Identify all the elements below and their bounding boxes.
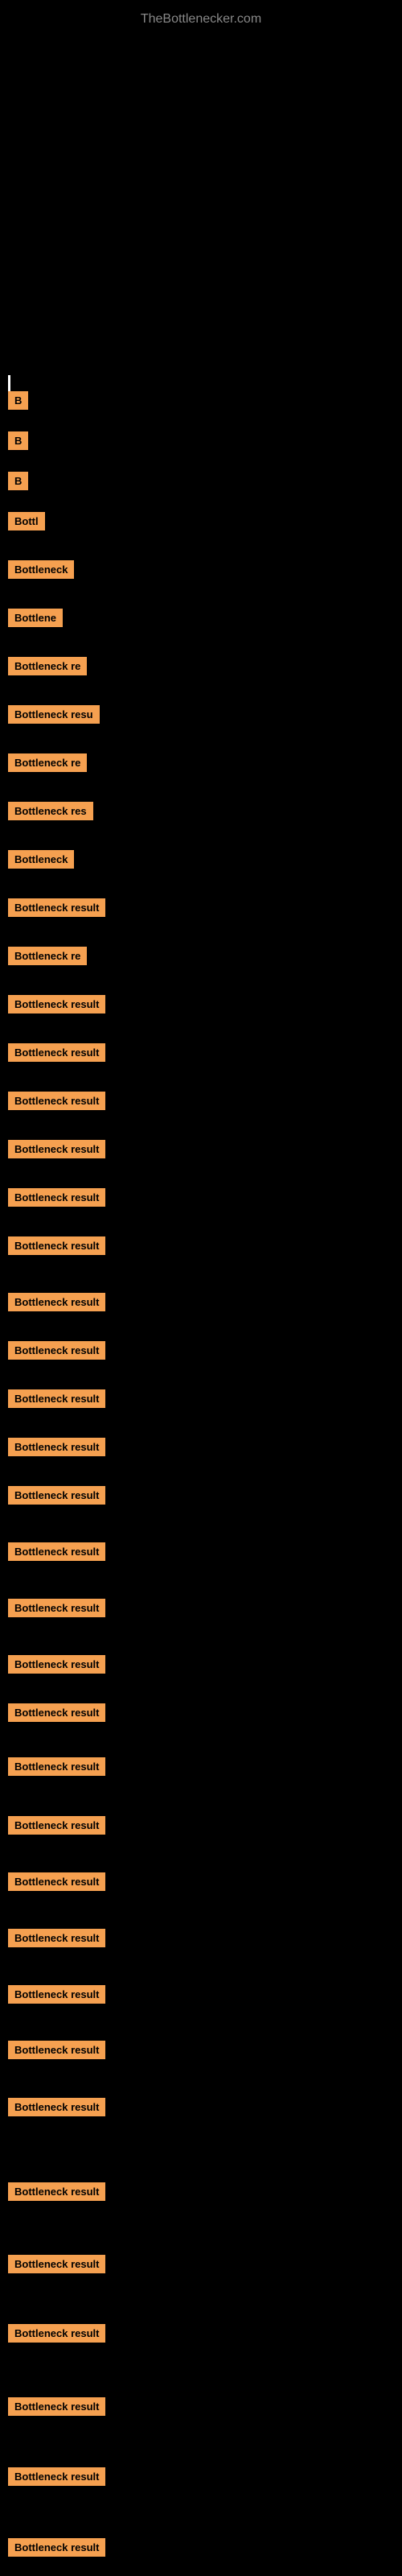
bottleneck-result-item: Bottleneck result [8,1703,105,1722]
bottleneck-result-item: Bottleneck result [8,2538,105,2557]
bottleneck-result-item: Bottleneck result [8,2397,105,2416]
bottleneck-result-item: B [8,431,28,450]
bottleneck-result-item: Bottleneck result [8,1236,105,1255]
bottleneck-result-item: Bottleneck result [8,2041,105,2059]
bottleneck-result-item: Bottleneck result [8,995,105,1013]
bottleneck-result-item: B [8,391,28,410]
bottleneck-result-item: Bottleneck result [8,2098,105,2116]
bottleneck-result-item: Bottleneck result [8,1389,105,1408]
bottleneck-result-item: Bottleneck result [8,1341,105,1360]
bottleneck-result-item: Bottleneck re [8,753,87,772]
bottleneck-result-item: Bottleneck result [8,1188,105,1207]
bottleneck-result-item: Bottleneck result [8,1542,105,1561]
bottleneck-result-item: Bottleneck [8,560,74,579]
bottleneck-result-item: Bottlene [8,609,63,627]
bottleneck-result-item: Bottleneck re [8,947,87,965]
bottleneck-result-item: Bottl [8,512,45,530]
bottleneck-result-item: Bottleneck result [8,1486,105,1505]
bottleneck-result-item: Bottleneck [8,850,74,869]
bottleneck-result-item: Bottleneck result [8,1438,105,1456]
bottleneck-result-item: Bottleneck result [8,1929,105,1947]
bottleneck-result-item: Bottleneck result [8,1043,105,1062]
bottleneck-result-item: Bottleneck result [8,2324,105,2343]
bottleneck-result-item: Bottleneck result [8,1140,105,1158]
bottleneck-result-item: B [8,472,28,490]
bottleneck-result-item: Bottleneck result [8,898,105,917]
bottleneck-result-item: Bottleneck result [8,1655,105,1674]
bottleneck-result-item: Bottleneck result [8,1757,105,1776]
bottleneck-result-item: Bottleneck result [8,2255,105,2273]
cursor-indicator [8,375,10,393]
bottleneck-result-item: Bottleneck result [8,2182,105,2201]
bottleneck-result-item: Bottleneck result [8,1293,105,1311]
bottleneck-result-item: Bottleneck result [8,1985,105,2004]
bottleneck-result-item: Bottleneck res [8,802,93,820]
bottleneck-result-item: Bottleneck resu [8,705,100,724]
bottleneck-result-item: Bottleneck re [8,657,87,675]
bottleneck-result-item: Bottleneck result [8,1092,105,1110]
site-title: TheBottlenecker.com [0,4,402,31]
bottleneck-result-item: Bottleneck result [8,1599,105,1617]
bottleneck-result-item: Bottleneck result [8,2467,105,2486]
bottleneck-result-item: Bottleneck result [8,1872,105,1891]
bottleneck-result-item: Bottleneck result [8,1816,105,1835]
